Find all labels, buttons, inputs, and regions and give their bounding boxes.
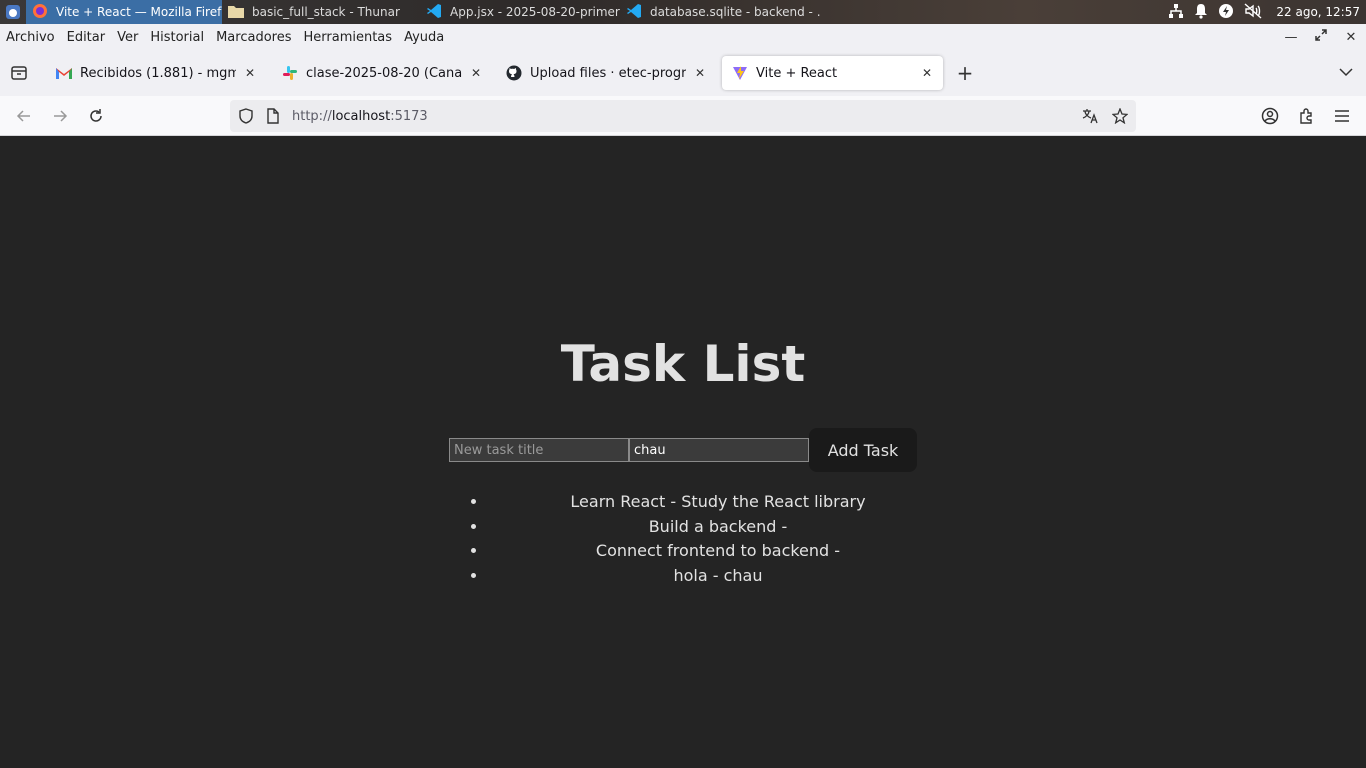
account-icon[interactable] (1258, 104, 1282, 128)
close-window-icon[interactable]: ✕ (1344, 30, 1358, 45)
shield-icon[interactable] (238, 108, 254, 124)
extensions-icon[interactable] (1294, 104, 1318, 128)
taskbar-task-label: Vite + React — Mozilla Firefox (56, 5, 222, 19)
url-port: :5173 (390, 108, 428, 124)
taskbar-task-firefox[interactable]: Vite + React — Mozilla Firefox (26, 0, 222, 24)
gmail-icon (56, 65, 72, 81)
list-all-tabs-icon[interactable] (1338, 64, 1354, 82)
navigation-bar: http://localhost:5173 (0, 96, 1366, 136)
menu-ayuda[interactable]: Ayuda (398, 30, 450, 45)
slack-icon (282, 65, 298, 81)
url-text[interactable]: http://localhost:5173 (292, 109, 428, 124)
bell-icon[interactable] (1194, 3, 1208, 22)
tab-bar: Recibidos (1.881) - mgmateog ✕ clase-202… (0, 50, 1366, 96)
tab-title: Recibidos (1.881) - mgmateog (80, 65, 236, 81)
url-bar[interactable]: http://localhost:5173 (230, 100, 1136, 132)
new-tab-icon[interactable]: + (956, 63, 974, 83)
tab-github[interactable]: Upload files · etec-programaci ✕ (496, 56, 716, 90)
task-title-input[interactable] (449, 438, 629, 462)
taskbar-task-thunar[interactable]: basic_full_stack - Thunar (222, 0, 420, 24)
vscode-icon (626, 3, 642, 22)
url-scheme: http:// (292, 108, 332, 124)
system-taskbar: Vite + React — Mozilla Firefox basic_ful… (0, 0, 1366, 24)
task-item: hola - chau (488, 564, 948, 589)
url-host: localhost (331, 108, 391, 124)
taskbar-task-vscode-db[interactable]: database.sqlite - backend - ... (620, 0, 820, 24)
github-icon (506, 65, 522, 81)
restore-icon[interactable] (1314, 29, 1328, 45)
tab-slack[interactable]: clase-2025-08-20 (Canal) - ETE ✕ (272, 56, 492, 90)
menu-archivo[interactable]: Archivo (0, 30, 61, 45)
close-tab-icon[interactable]: ✕ (244, 66, 256, 80)
task-item: Learn React - Study the React library (488, 490, 948, 515)
task-item: Build a backend - (488, 515, 948, 540)
tab-title: Vite + React (756, 65, 838, 81)
network-icon[interactable] (1168, 3, 1184, 22)
tab-vite-react[interactable]: Vite + React ✕ (722, 56, 943, 90)
back-icon[interactable] (12, 104, 36, 128)
forward-icon[interactable] (48, 104, 72, 128)
taskbar-task-vscode-app[interactable]: App.jsx - 2025-08-20-primer... (420, 0, 620, 24)
menu-ver[interactable]: Ver (111, 30, 144, 45)
menu-historial[interactable]: Historial (144, 30, 210, 45)
page-content: Task List Add Task Learn React - Study t… (0, 137, 1366, 768)
tab-title: clase-2025-08-20 (Canal) - ETE (306, 65, 462, 81)
task-list: Learn React - Study the React library Bu… (458, 490, 948, 588)
power-icon[interactable] (1218, 3, 1234, 22)
minimize-icon[interactable]: — (1284, 30, 1298, 45)
menu-marcadores[interactable]: Marcadores (210, 30, 297, 45)
reload-icon[interactable] (84, 104, 108, 128)
taskbar-task-label: App.jsx - 2025-08-20-primer... (450, 5, 620, 19)
vite-icon (732, 65, 748, 81)
menu-herramientas[interactable]: Herramientas (298, 30, 399, 45)
task-item: Connect frontend to backend - (488, 539, 948, 564)
vscode-icon (426, 3, 442, 22)
tab-gmail[interactable]: Recibidos (1.881) - mgmateog ✕ (46, 56, 266, 90)
page-title: Task List (560, 335, 806, 393)
hamburger-menu-icon[interactable] (1330, 104, 1354, 128)
task-description-input[interactable] (629, 438, 809, 462)
clock[interactable]: 22 ago, 12:57 (1276, 5, 1360, 19)
firefox-view-icon[interactable] (10, 64, 30, 82)
firefox-icon (32, 3, 48, 22)
folder-icon (228, 4, 244, 21)
menu-bar: Archivo Editar Ver Historial Marcadores … (0, 24, 1366, 50)
system-tray: 22 ago, 12:57 (1168, 0, 1360, 24)
close-tab-icon[interactable]: ✕ (694, 66, 706, 80)
taskbar-task-label: basic_full_stack - Thunar (252, 5, 400, 19)
add-task-button[interactable]: Add Task (809, 428, 917, 472)
close-tab-icon[interactable]: ✕ (470, 66, 482, 80)
close-tab-icon[interactable]: ✕ (921, 66, 933, 80)
menu-editar[interactable]: Editar (61, 30, 112, 45)
tab-title: Upload files · etec-programaci (530, 65, 686, 81)
whisker-menu-icon[interactable] (0, 0, 26, 24)
bookmark-star-icon[interactable] (1111, 107, 1129, 125)
mute-icon[interactable] (1244, 2, 1262, 22)
page-icon[interactable] (266, 108, 282, 124)
taskbar-task-label: database.sqlite - backend - ... (650, 5, 820, 19)
translate-icon[interactable] (1082, 108, 1098, 124)
